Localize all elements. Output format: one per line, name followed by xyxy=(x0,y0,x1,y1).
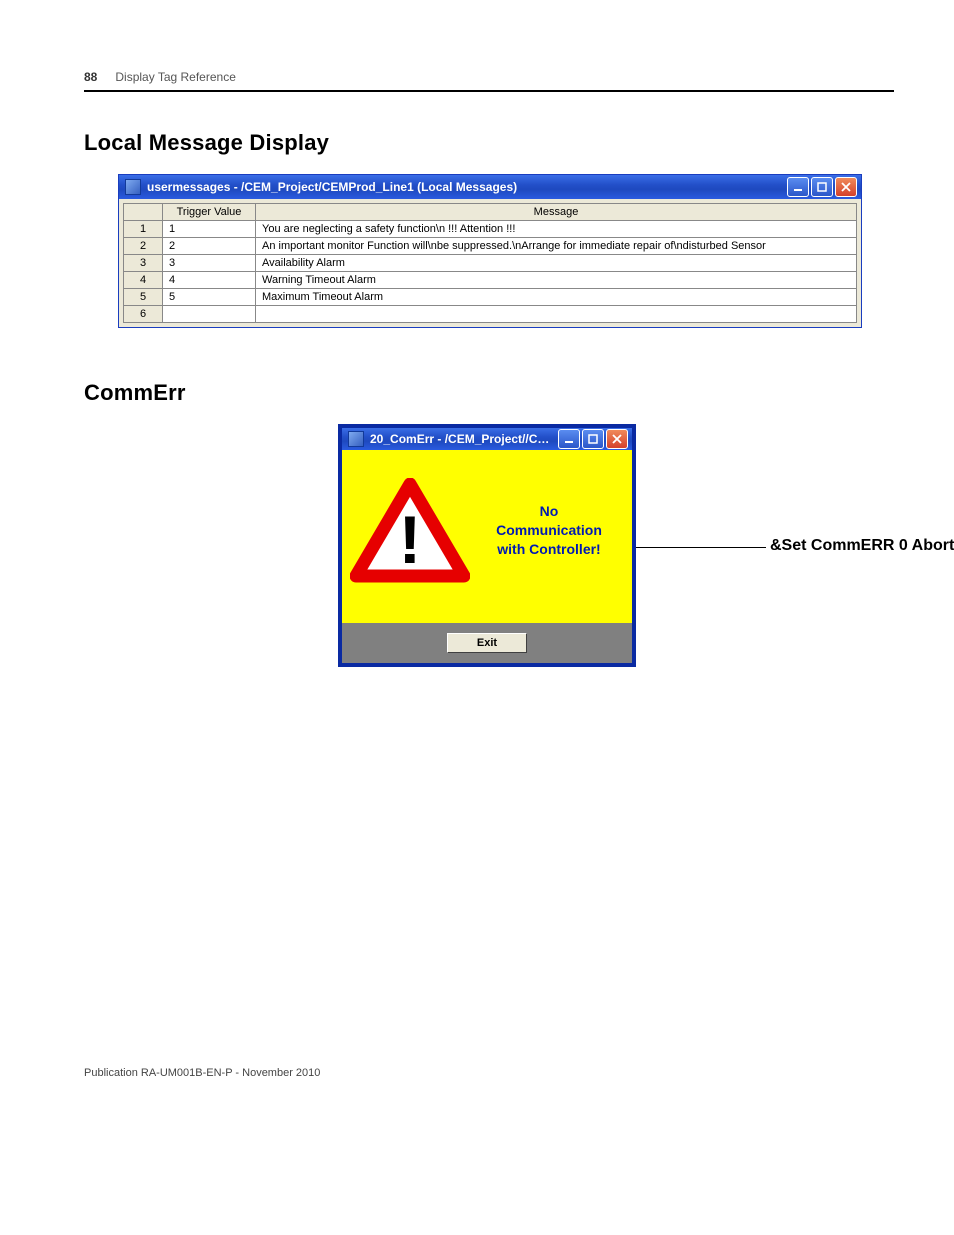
maximize-icon[interactable] xyxy=(582,429,604,449)
col-rownum xyxy=(124,204,163,221)
section-heading-commerr: CommErr xyxy=(84,380,894,406)
table-row[interactable]: 6 xyxy=(124,306,857,323)
messages-table[interactable]: Trigger Value Message 1 1 You are neglec… xyxy=(123,203,857,323)
commerr-titlebar[interactable]: 20_ComErr - /CEM_Project//C… xyxy=(342,428,632,450)
commerr-message: No Communication with Controller! xyxy=(474,502,624,559)
usermessages-window: usermessages - /CEM_Project/CEMProd_Line… xyxy=(118,174,862,328)
commerr-footer: Exit xyxy=(342,623,632,663)
close-icon[interactable] xyxy=(606,429,628,449)
commerr-title: 20_ComErr - /CEM_Project//C… xyxy=(370,432,552,446)
table-row[interactable]: 2 2 An important monitor Function will\n… xyxy=(124,238,857,255)
svg-text:!: ! xyxy=(399,502,422,578)
table-row[interactable]: 1 1 You are neglecting a safety function… xyxy=(124,221,857,238)
callout-text: &Set CommERR 0 Abort xyxy=(770,537,954,555)
warning-triangle-icon: ! xyxy=(350,478,470,583)
usermessages-titlebar[interactable]: usermessages - /CEM_Project/CEMProd_Line… xyxy=(119,175,861,199)
col-trigger: Trigger Value xyxy=(163,204,256,221)
col-message: Message xyxy=(256,204,857,221)
minimize-icon[interactable] xyxy=(558,429,580,449)
callout: &Set CommERR 0 Abort xyxy=(636,537,954,555)
commerr-body: ! No Communication with Controller! xyxy=(342,450,632,623)
page-header: 88 Display Tag Reference xyxy=(84,70,894,92)
usermessages-title: usermessages - /CEM_Project/CEMProd_Line… xyxy=(147,180,781,194)
table-row[interactable]: 4 4 Warning Timeout Alarm xyxy=(124,272,857,289)
table-row[interactable]: 3 3 Availability Alarm xyxy=(124,255,857,272)
commerr-window: 20_ComErr - /CEM_Project//C… xyxy=(338,424,636,667)
close-icon[interactable] xyxy=(835,177,857,197)
minimize-icon[interactable] xyxy=(787,177,809,197)
table-row[interactable]: 5 5 Maximum Timeout Alarm xyxy=(124,289,857,306)
exit-button[interactable]: Exit xyxy=(447,633,527,653)
section-heading-local-message: Local Message Display xyxy=(84,130,894,156)
app-icon xyxy=(348,431,364,447)
chapter-title: Display Tag Reference xyxy=(115,70,236,84)
callout-leader xyxy=(636,547,766,548)
maximize-icon[interactable] xyxy=(811,177,833,197)
page-number: 88 xyxy=(84,70,97,84)
publication-footer: Publication RA-UM001B-EN-P - November 20… xyxy=(84,1067,894,1079)
app-icon xyxy=(125,179,141,195)
